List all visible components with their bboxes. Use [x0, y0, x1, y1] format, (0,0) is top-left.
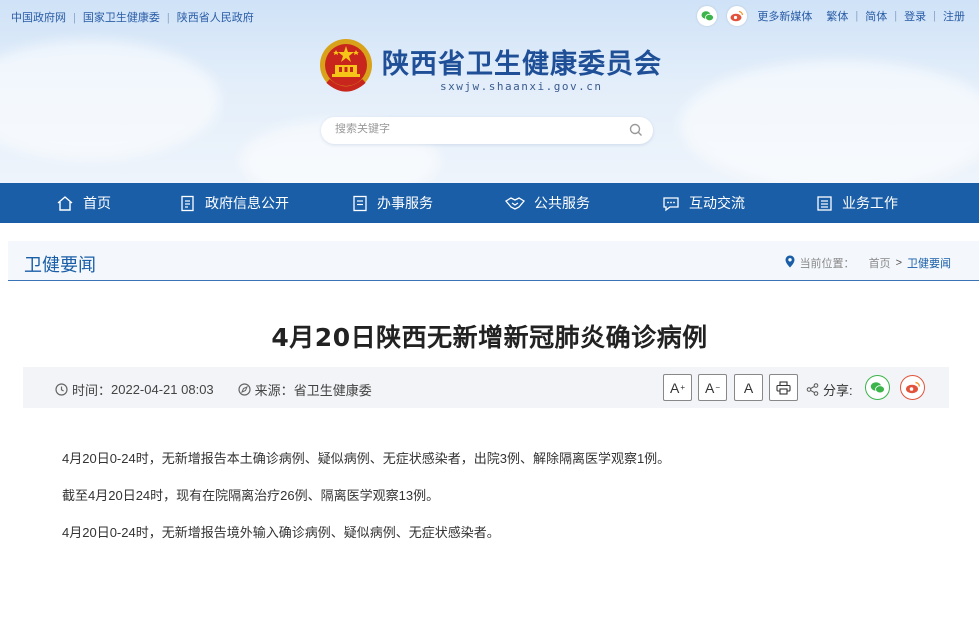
printer-icon [776, 380, 791, 395]
nav-item-interaction[interactable]: 互动交流 [662, 183, 745, 223]
article-meta: 时间： 2022-04-21 08:03 来源： 省卫生健康委 [55, 380, 372, 399]
breadcrumb-label: 当前位置： [799, 258, 855, 270]
share-section: 分享: [806, 380, 853, 399]
login-link[interactable]: 登录 [904, 8, 926, 24]
chat-icon [663, 196, 679, 211]
nav-item-public-services[interactable]: 公共服务 [505, 183, 590, 223]
breadcrumb: 当前位置： 首页 > 卫健要闻 [785, 255, 951, 271]
location-pin-icon [785, 255, 795, 271]
nav-item-business[interactable]: 业务工作 [816, 183, 898, 223]
site-domain: sxwjw.shaanxi.gov.cn [440, 80, 603, 93]
section-header: 卫健要闻 当前位置： 首页 > 卫健要闻 [8, 241, 979, 281]
share-label: 分享: [823, 383, 853, 398]
top-right-links: 更多新媒体 繁体 | 简体 | 登录 | 注册 [697, 6, 965, 26]
article-paragraph: 4月20日0-24时，无新增报告境外输入确诊病例、疑似病例、无症状感染者。 [62, 525, 500, 540]
search-icon[interactable] [629, 123, 643, 142]
nav-label: 互动交流 [689, 195, 745, 211]
search-input[interactable] [335, 123, 615, 135]
breadcrumb-current[interactable]: 卫健要闻 [907, 255, 951, 271]
article-meta-bar: 时间： 2022-04-21 08:03 来源： 省卫生健康委 A + A − A … [23, 367, 949, 408]
nav-label: 业务工作 [842, 195, 898, 211]
handshake-icon [505, 196, 525, 210]
article-title: 4月20日陕西无新增新冠肺炎确诊病例 [271, 323, 708, 352]
article-paragraph: 截至4月20日24时，现有在院隔离治疗26例、隔离医学观察13例。 [62, 488, 440, 503]
site-title: 陕西省卫生健康委员会 [382, 49, 662, 80]
wechat-icon[interactable] [697, 6, 718, 26]
main-nav: 首页 政府信息公开 办事服务 公共服务 互动交流 业务工作 [0, 183, 979, 223]
article-body: 4月20日0-24时，无新增报告本土确诊病例、疑似病例、无症状感染者，出院3例、… [62, 450, 922, 561]
search-box [321, 117, 653, 144]
font-size-increase-button[interactable]: A + [663, 374, 692, 401]
simplified-chinese-link[interactable]: 简体 [865, 8, 887, 24]
article-paragraph: 4月20日0-24时，无新增报告本土确诊病例、疑似病例、无症状感染者，出院3例、… [62, 451, 671, 466]
register-link[interactable]: 注册 [943, 8, 965, 24]
national-emblem [318, 37, 374, 97]
document-icon [181, 195, 194, 211]
share-icon [806, 383, 819, 396]
clipboard-icon [353, 195, 367, 211]
weibo-icon [905, 381, 920, 394]
site-header: 中国政府网 | 国家卫生健康委 | 陕西省人民政府 更多新媒体 繁体 | 简体 | 登录 | … [0, 0, 979, 184]
briefcase-icon [817, 195, 832, 211]
wechat-icon [870, 382, 885, 394]
publish-time: 2022-04-21 08:03 [111, 382, 214, 397]
nav-label: 办事服务 [377, 195, 433, 211]
nav-label: 政府信息公开 [205, 195, 289, 211]
top-links: 中国政府网 | 国家卫生健康委 | 陕西省人民政府 [11, 12, 254, 24]
print-button[interactable] [769, 374, 798, 401]
top-link-shaanxi-gov[interactable]: 陕西省人民政府 [177, 12, 254, 24]
font-size-reset-button[interactable]: A [734, 374, 763, 401]
share-weibo-button[interactable] [900, 375, 925, 400]
section-title: 卫健要闻 [24, 255, 96, 276]
more-media-link[interactable]: 更多新媒体 [757, 8, 812, 24]
nav-item-services[interactable]: 办事服务 [352, 183, 433, 223]
traditional-chinese-link[interactable]: 繁体 [826, 8, 848, 24]
nav-item-home[interactable]: 首页 [56, 183, 111, 223]
clock-icon [55, 383, 68, 396]
share-wechat-button[interactable] [865, 375, 890, 400]
nav-item-gov-info[interactable]: 政府信息公开 [180, 183, 289, 223]
breadcrumb-home[interactable]: 首页 [869, 255, 891, 271]
weibo-icon[interactable] [727, 6, 748, 26]
nav-label: 首页 [83, 195, 111, 211]
breadcrumb-separator: > [895, 257, 902, 269]
top-link-gov[interactable]: 中国政府网 [11, 12, 66, 24]
home-icon [57, 195, 73, 211]
source-compass-icon [238, 383, 251, 396]
source-label: 来源： [254, 383, 294, 398]
time-label: 时间： [72, 383, 112, 398]
article-source: 省卫生健康委 [293, 383, 372, 398]
font-size-decrease-button[interactable]: A − [698, 374, 727, 401]
nav-label: 公共服务 [534, 195, 590, 211]
top-link-nhc[interactable]: 国家卫生健康委 [83, 12, 160, 24]
